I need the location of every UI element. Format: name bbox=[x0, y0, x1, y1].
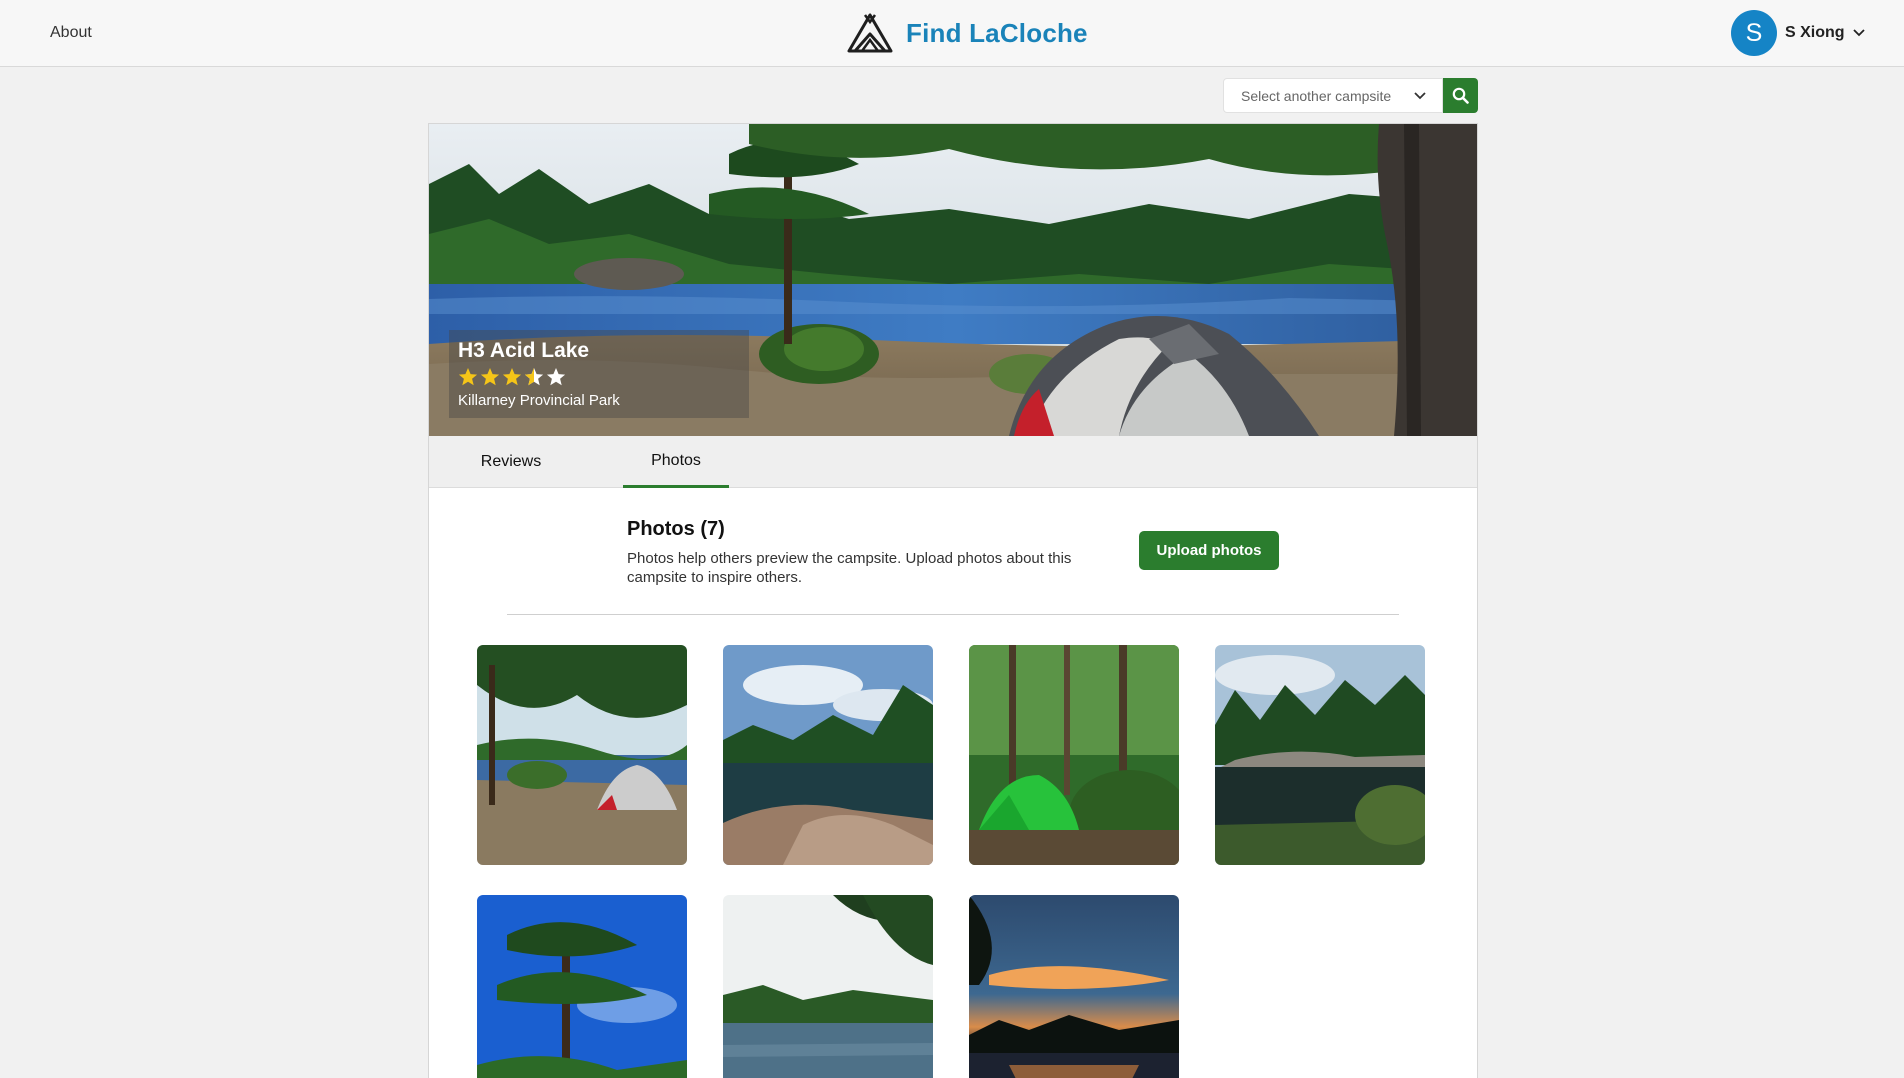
park-name: Killarney Provincial Park bbox=[458, 392, 620, 409]
campsite-info-overlay: H3 Acid Lake Killarney Provincial Park bbox=[449, 330, 749, 418]
campsite-name: H3 Acid Lake bbox=[458, 339, 590, 362]
photos-header: Photos (7) Photos help others preview th… bbox=[627, 518, 1097, 587]
tent-logo-icon bbox=[847, 13, 893, 53]
photo-thumbnail[interactable] bbox=[969, 895, 1179, 1078]
search-button[interactable] bbox=[1443, 78, 1478, 113]
photo-thumbnail[interactable] bbox=[969, 645, 1179, 865]
photos-title: Photos (7) bbox=[627, 518, 725, 540]
star-icon bbox=[502, 368, 522, 386]
campsite-select[interactable]: Select another campsite bbox=[1223, 78, 1443, 113]
search-icon bbox=[1452, 87, 1469, 104]
nav-about-link[interactable]: About bbox=[50, 24, 92, 42]
brand[interactable]: Find LaCloche bbox=[846, 10, 1088, 56]
star-half-icon bbox=[524, 368, 544, 386]
top-navbar: About Find LaCloche S S Xiong bbox=[0, 0, 1904, 67]
tab-photos[interactable]: Photos bbox=[623, 436, 729, 488]
photo-thumbnail[interactable] bbox=[477, 645, 687, 865]
campsite-tabs: Reviews Photos bbox=[429, 436, 1477, 488]
photo-thumbnail[interactable] bbox=[477, 895, 687, 1078]
user-name[interactable]: S Xiong bbox=[1785, 24, 1845, 42]
chevron-down-icon[interactable] bbox=[1852, 29, 1865, 37]
tab-reviews[interactable]: Reviews bbox=[451, 436, 571, 488]
divider bbox=[507, 614, 1399, 615]
star-icon bbox=[458, 368, 478, 386]
star-empty-icon bbox=[546, 368, 566, 386]
user-menu[interactable]: S S Xiong bbox=[1731, 10, 1865, 56]
chevron-down-icon[interactable] bbox=[1414, 91, 1426, 100]
photo-thumbnail[interactable] bbox=[723, 645, 933, 865]
campsite-card: H3 Acid Lake Killarney Provincial Park R… bbox=[428, 123, 1478, 1078]
hero-image: H3 Acid Lake Killarney Provincial Park bbox=[429, 124, 1477, 436]
star-icon bbox=[480, 368, 500, 386]
campsite-search: Select another campsite bbox=[1223, 78, 1478, 113]
photos-description: Photos help others preview the campsite.… bbox=[627, 550, 1072, 586]
photo-thumbnail[interactable] bbox=[1215, 645, 1425, 865]
avatar[interactable]: S bbox=[1731, 10, 1777, 56]
upload-photos-button[interactable]: Upload photos bbox=[1139, 531, 1279, 570]
photo-thumbnail[interactable] bbox=[723, 895, 933, 1078]
brand-name: Find LaCloche bbox=[906, 17, 1088, 48]
star-rating bbox=[458, 366, 740, 388]
campsite-select-placeholder: Select another campsite bbox=[1241, 87, 1392, 104]
